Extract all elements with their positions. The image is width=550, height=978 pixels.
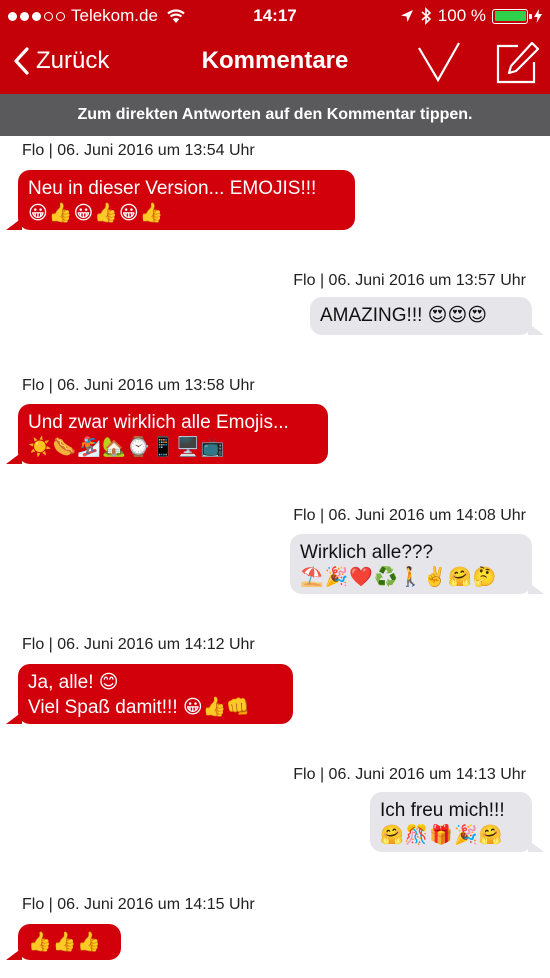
status-bar: Telekom.de 14:17 100 % xyxy=(0,0,550,32)
reply-hint-bar: Zum direkten Antworten auf den Kommentar… xyxy=(0,94,550,136)
comment-emoji: 👍👍👍 xyxy=(28,931,102,953)
comment-text: Wirklich alle??? xyxy=(300,542,434,563)
comment-text: Neu in dieser Version... EMOJIS!!! xyxy=(28,178,317,199)
message-meta: Flo | 06. Juni 2016 um 14:15 Uhr xyxy=(22,896,255,913)
bluetooth-icon xyxy=(421,7,431,25)
comment-emoji: ⛱️🎉❤️♻️🚶✌️🤗🤔 xyxy=(300,566,498,588)
message-meta: Flo | 06. Juni 2016 um 13:54 Uhr xyxy=(22,142,255,159)
chevron-left-icon xyxy=(14,47,29,75)
battery-percent: 100 % xyxy=(437,6,486,25)
comment-text: Ich freu mich!!! xyxy=(380,800,505,821)
comment-text: AMAZING!!! 😍😍😍 xyxy=(320,305,488,326)
screen: Telekom.de 14:17 100 % Zurück Kommentare… xyxy=(0,0,550,978)
comment-text: Viel Spaß damit!!! 😀👍👊 xyxy=(28,697,251,718)
message-meta: Flo | 06. Juni 2016 um 13:57 Uhr xyxy=(293,272,526,289)
compose-button[interactable] xyxy=(494,40,540,91)
compose-icon xyxy=(496,41,540,84)
comment-bubble[interactable]: Wirklich alle??? ⛱️🎉❤️♻️🚶✌️🤗🤔 xyxy=(290,534,544,594)
header: Telekom.de 14:17 100 % Zurück Kommentare xyxy=(0,0,550,94)
comment-bubble[interactable]: AMAZING!!! 😍😍😍 xyxy=(310,297,544,335)
comment-bubble[interactable]: Ich freu mich!!! 🤗🎊🎁🎉🤗 xyxy=(370,792,544,852)
status-bar-right: 100 % xyxy=(400,6,542,26)
message-meta: Flo | 06. Juni 2016 um 14:13 Uhr xyxy=(293,766,526,783)
location-arrow-icon xyxy=(400,10,413,22)
comment-emoji: ☀️🌭🏂🏡⌚📱🖥️📺 xyxy=(28,436,226,458)
comment-bubble[interactable]: 👍👍👍 xyxy=(6,924,121,960)
comment-bubble[interactable]: Ja, alle! 😊 Viel Spaß damit!!! 😀👍👊 xyxy=(6,664,293,724)
comment-text: Ja, alle! 😊 xyxy=(28,672,119,693)
message-meta: Flo | 06. Juni 2016 um 14:08 Uhr xyxy=(293,507,526,524)
checkmark-icon xyxy=(418,42,460,83)
checkmark-button[interactable] xyxy=(416,40,462,91)
charging-bolt-icon xyxy=(534,9,542,23)
battery-icon xyxy=(492,8,532,24)
comment-bubble[interactable]: Und zwar wirklich alle Emojis... ☀️🌭🏂🏡⌚📱… xyxy=(6,404,328,464)
message-meta: Flo | 06. Juni 2016 um 14:12 Uhr xyxy=(22,636,255,653)
back-button-label: Zurück xyxy=(36,47,110,74)
message-meta: Flo | 06. Juni 2016 um 13:58 Uhr xyxy=(22,377,255,394)
comment-emoji: 😀👍😀👍😀👍 xyxy=(28,202,165,224)
navigation-bar: Zurück Kommentare xyxy=(0,32,550,94)
comment-bubble[interactable]: Neu in dieser Version... EMOJIS!!! 😀👍😀👍😀… xyxy=(6,170,355,230)
back-button[interactable]: Zurück xyxy=(12,46,109,76)
comment-emoji: 🤗🎊🎁🎉🤗 xyxy=(380,824,504,846)
comment-text: Und zwar wirklich alle Emojis... xyxy=(28,412,289,433)
